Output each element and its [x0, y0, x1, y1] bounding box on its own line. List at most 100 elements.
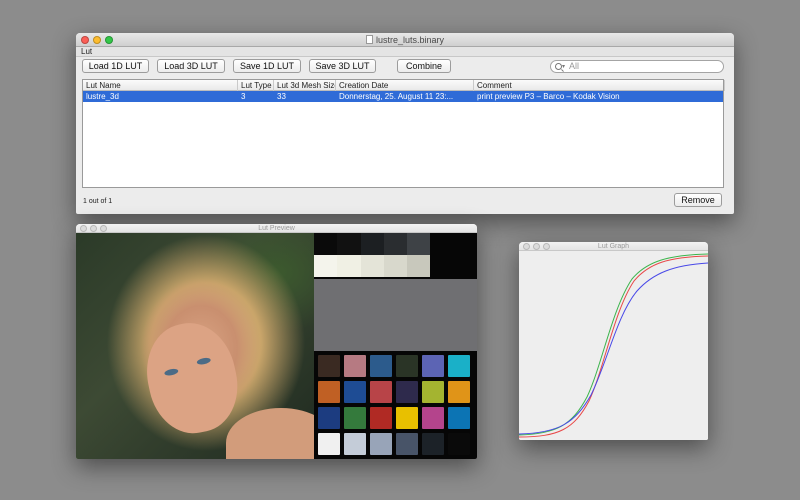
color-patch	[370, 433, 392, 455]
load-1d-lut-button[interactable]: Load 1D LUT	[82, 59, 149, 73]
window-title: lustre_luts.binary	[375, 35, 445, 45]
row-count-status: 1 out of 1	[83, 198, 113, 205]
table-row[interactable]: lustre_3d 3 33 Donnerstag, 25. August 11…	[83, 91, 723, 102]
save-3d-lut-button[interactable]: Save 3D LUT	[309, 59, 376, 73]
grey-step-patch	[314, 233, 338, 255]
color-patch	[422, 433, 444, 455]
window-controls	[80, 225, 107, 232]
column-header-comment[interactable]: Comment	[474, 80, 725, 91]
color-patch	[370, 355, 392, 377]
color-patch	[396, 407, 418, 429]
cell-creation-date: Donnerstag, 25. August 11 23:...	[339, 92, 454, 101]
close-icon[interactable]	[80, 225, 87, 232]
remove-button[interactable]: Remove	[674, 193, 722, 207]
color-patch	[448, 407, 470, 429]
window-title: Lut Graph	[597, 243, 630, 250]
light-step-patch	[430, 255, 454, 277]
lut-graph-plot	[519, 251, 708, 440]
grey-step-patch	[453, 233, 477, 255]
color-patch	[396, 381, 418, 403]
cell-mesh-size: 33	[277, 92, 286, 101]
lut-graph-titlebar[interactable]: Lut Graph	[519, 242, 708, 251]
light-step-patch	[360, 255, 384, 277]
color-patch	[422, 381, 444, 403]
color-patch	[448, 433, 470, 455]
luts-window: lustre_luts.binary Lut Load 1D LUT Load …	[76, 33, 734, 214]
minimize-icon[interactable]	[93, 36, 101, 44]
curve-blue	[519, 262, 708, 435]
light-step-patch	[453, 255, 477, 277]
search-placeholder: All	[569, 61, 580, 71]
color-patch	[318, 381, 340, 403]
close-icon[interactable]	[81, 36, 89, 44]
color-patch	[448, 381, 470, 403]
color-patch	[448, 355, 470, 377]
color-patch	[396, 433, 418, 455]
color-patch	[396, 355, 418, 377]
light-step-patch	[383, 255, 408, 277]
minimize-icon[interactable]	[90, 225, 97, 232]
lut-table: Lut Name Lut Type Lut 3d Mesh Size Creat…	[82, 79, 725, 188]
color-patch	[318, 355, 340, 377]
color-patch	[344, 381, 366, 403]
cell-comment: print preview P3 – Barco – Kodak Vision	[477, 92, 620, 101]
window-title: Lut Preview	[258, 225, 295, 232]
color-patch	[370, 407, 392, 429]
menu-bar: Lut	[76, 47, 734, 57]
curve-plot	[519, 253, 708, 438]
minimize-icon[interactable]	[533, 243, 540, 250]
light-step-patch	[407, 255, 431, 277]
grey-step-patch	[430, 233, 454, 255]
menu-lut[interactable]: Lut	[81, 47, 92, 56]
close-icon[interactable]	[523, 243, 530, 250]
window-controls	[81, 36, 113, 44]
curve-red	[519, 255, 708, 438]
toolbar: Load 1D LUT Load 3D LUT Save 1D LUT Save…	[76, 59, 734, 77]
color-patch	[344, 433, 366, 455]
column-header-mesh-size[interactable]: Lut 3d Mesh Size	[274, 80, 336, 91]
column-header-lut-type[interactable]: Lut Type	[238, 80, 274, 91]
combine-button[interactable]: Combine	[397, 59, 451, 73]
light-step-patch	[314, 255, 338, 277]
grey-patch	[314, 279, 477, 351]
cell-lut-type: 3	[241, 92, 246, 101]
face-shape	[137, 315, 247, 441]
shoulder-shape	[226, 408, 314, 459]
chevron-down-icon: ▾	[562, 64, 566, 70]
lut-preview-titlebar[interactable]: Lut Preview	[76, 224, 477, 233]
column-header-creation-date[interactable]: Creation Date	[336, 80, 474, 91]
color-patch	[422, 355, 444, 377]
load-3d-lut-button[interactable]: Load 3D LUT	[157, 59, 225, 73]
table-header: Lut Name Lut Type Lut 3d Mesh Size Creat…	[83, 80, 725, 91]
color-patch	[344, 407, 366, 429]
light-step-patch	[337, 255, 361, 277]
portrait-photo	[76, 233, 314, 459]
lut-graph-window: Lut Graph	[519, 242, 708, 440]
grey-step-patch	[337, 233, 361, 255]
eye-shape	[163, 367, 179, 377]
color-patch	[318, 407, 340, 429]
save-1d-lut-button[interactable]: Save 1D LUT	[233, 59, 301, 73]
zoom-icon[interactable]	[100, 225, 107, 232]
zoom-icon[interactable]	[543, 243, 550, 250]
color-patch	[370, 381, 392, 403]
grey-step-patch	[383, 233, 408, 255]
cell-lut-name: lustre_3d	[86, 92, 119, 101]
column-header-lut-name[interactable]: Lut Name	[83, 80, 238, 91]
window-controls	[523, 243, 550, 250]
color-patch	[318, 433, 340, 455]
search-field[interactable]: ▾ All	[550, 60, 724, 73]
color-patch	[344, 355, 366, 377]
document-icon	[365, 35, 373, 44]
color-checker-chart	[314, 233, 477, 459]
preview-canvas	[76, 233, 477, 459]
curve-green	[519, 253, 708, 436]
search-icon	[555, 63, 562, 70]
eye-shape	[196, 356, 212, 366]
luts-window-titlebar[interactable]: lustre_luts.binary	[76, 33, 734, 47]
zoom-icon[interactable]	[105, 36, 113, 44]
color-patch	[422, 407, 444, 429]
lut-preview-window: Lut Preview	[76, 224, 477, 459]
grey-step-patch	[407, 233, 431, 255]
grey-step-patch	[360, 233, 384, 255]
